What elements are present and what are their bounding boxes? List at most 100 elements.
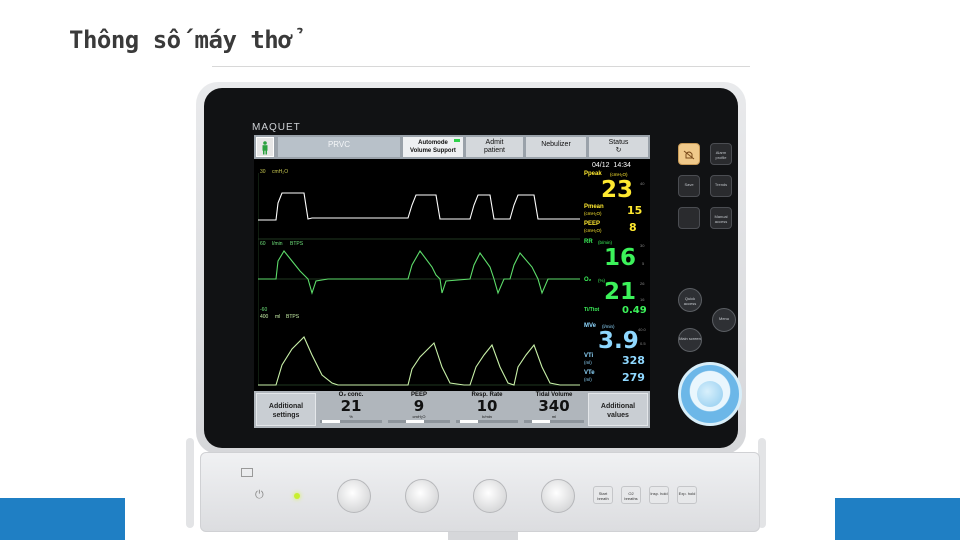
numeric-values-panel: Ppeak (cmH₂O) 40 23 Pmean (cmH₂O) 15 PEE… [584, 171, 650, 391]
o2-label: O₂ [584, 277, 592, 283]
accent-bar-left [0, 498, 125, 540]
vti-value: 328 [622, 354, 645, 367]
waveform-area: 30 cmH₂O 60 l/min BTPS -60 400 ml BTPS [258, 169, 580, 389]
patient-category-button[interactable] [256, 137, 274, 157]
tidal-volume-unit: ml [551, 414, 557, 419]
automode-label-line2: Volume Support [410, 148, 456, 154]
save-button[interactable]: Save [678, 175, 700, 197]
pmean-label: Pmean [584, 204, 604, 210]
time-display: 14:34 [613, 162, 631, 169]
titot-label: Ti/Ttot [584, 307, 600, 313]
exp-hold-button[interactable]: Exp. hold [677, 486, 697, 504]
admit-label-line1: Admit [485, 139, 504, 146]
tidal-volume-setting[interactable]: Tidal Volume 340 ml [522, 392, 586, 426]
menu-button[interactable]: Menu [712, 308, 736, 332]
flow-waveform [258, 250, 580, 295]
ppeak-limit: 40 [640, 181, 645, 186]
start-breath-button[interactable]: Start breath [593, 486, 613, 504]
pmean-unit: (cmH₂O) [584, 211, 602, 216]
document-icon [241, 468, 253, 477]
peep-setting-value: 9 [413, 397, 425, 415]
waveform-graphs [258, 173, 580, 386]
peep-unit: (cmH₂O) [584, 228, 602, 233]
main-rotary-dial-center[interactable] [697, 381, 723, 407]
tidal-volume-dial[interactable] [541, 479, 575, 513]
additional-settings-line2: settings [272, 412, 300, 419]
resp-rate-setting[interactable]: Resp. Rate 10 b/min [454, 392, 520, 426]
vte-value: 279 [622, 371, 645, 384]
additional-values-line2: values [607, 412, 629, 419]
vti-unit: (ml) [584, 360, 592, 365]
brand-logo: MAQUET [252, 122, 301, 133]
bottom-bar: Additional settings O₂ conc. 21 % PEEP 9… [254, 391, 650, 428]
o2-conc-slider-thumb[interactable] [322, 420, 340, 423]
side-handle-left [186, 438, 194, 528]
top-bar: PRVC Automode Volume Support Admit patie… [254, 135, 650, 159]
rr-limit-high: 30 [640, 243, 645, 248]
o2-conc-unit: % [349, 414, 353, 419]
blank-key[interactable] [678, 207, 700, 229]
status-button[interactable]: Status ↻ [589, 137, 648, 157]
ppeak-value: 23 [601, 177, 634, 203]
nebulizer-button[interactable]: Nebulizer [526, 137, 586, 157]
peep-setting-unit: cmH₂O [412, 414, 426, 419]
power-icon[interactable]: ⏻ [255, 489, 264, 502]
date-display: 04/12 [592, 162, 610, 169]
pressure-waveform [258, 192, 580, 221]
resp-rate-slider-thumb[interactable] [460, 420, 478, 423]
manual-access-button[interactable]: Manual access [710, 207, 732, 229]
insp-hold-button[interactable]: Insp. hold [649, 486, 669, 504]
tidal-volume-value: 340 [538, 397, 570, 415]
additional-values-button[interactable]: Additional values [588, 393, 648, 426]
trends-button[interactable]: Trends [710, 175, 732, 197]
o2-limit-high: 26 [640, 281, 645, 286]
ventilation-mode-button[interactable]: PRVC [278, 137, 400, 157]
vti-label: VTi [584, 353, 594, 359]
resp-rate-dial[interactable] [473, 479, 507, 513]
o2-limit-low: 16 [640, 297, 645, 302]
additional-settings-button[interactable]: Additional settings [256, 393, 316, 426]
control-strip: ⏻ Start breath O2 breaths Insp. hold Exp… [200, 452, 760, 532]
accent-bar-right [835, 498, 960, 540]
slide-title: Thông số máy thở [69, 26, 293, 54]
automode-led [454, 139, 460, 142]
peep-dial[interactable] [405, 479, 439, 513]
alarm-silence-icon [683, 150, 695, 160]
title-divider [212, 66, 750, 67]
admit-label-line2: patient [483, 147, 506, 154]
o2-conc-slider[interactable] [320, 420, 382, 423]
peep-label: PEEP [584, 221, 601, 227]
quick-access-button[interactable]: Quick access [678, 288, 702, 312]
device-stand [448, 532, 518, 540]
o2-conc-setting[interactable]: O₂ conc. 21 % [318, 392, 384, 426]
vte-unit: (ml) [584, 377, 592, 382]
rr-limit-low: 5 [642, 261, 645, 266]
peep-slider[interactable] [388, 420, 450, 423]
admit-patient-button[interactable]: Admit patient [466, 137, 523, 157]
alarm-silence-button[interactable] [678, 143, 700, 165]
peep-slider-thumb[interactable] [406, 420, 424, 423]
power-led [294, 493, 300, 499]
tidal-volume-slider[interactable] [524, 420, 584, 423]
titot-value: 0.49 [622, 305, 647, 316]
adult-patient-icon [262, 141, 268, 155]
o2-conc-dial[interactable] [337, 479, 371, 513]
resp-rate-slider[interactable] [456, 420, 518, 423]
resp-rate-value: 10 [476, 397, 498, 415]
main-rotary-dial[interactable] [678, 362, 742, 426]
status-refresh-icon: ↻ [615, 147, 622, 154]
peep-setting[interactable]: PEEP 9 cmH₂O [386, 392, 452, 426]
o2-breaths-button[interactable]: O2 breaths [621, 486, 641, 504]
peep-value: 8 [629, 221, 637, 234]
additional-settings-line1: Additional [268, 403, 304, 410]
main-screen-button[interactable]: Main screen [678, 328, 702, 352]
alarm-profile-button[interactable]: Alarm profile [710, 143, 732, 165]
ventilator-device: MAQUET PRVC Automode Volume Support Admi… [186, 78, 766, 540]
automode-button[interactable]: Automode Volume Support [403, 137, 463, 157]
mve-label: MVe [584, 323, 597, 329]
pmean-value: 15 [627, 204, 643, 217]
resp-rate-unit: b/min [482, 414, 492, 419]
o2-value: 21 [604, 279, 637, 305]
vte-label: VTe [584, 370, 595, 376]
tidal-volume-slider-thumb[interactable] [532, 420, 550, 423]
